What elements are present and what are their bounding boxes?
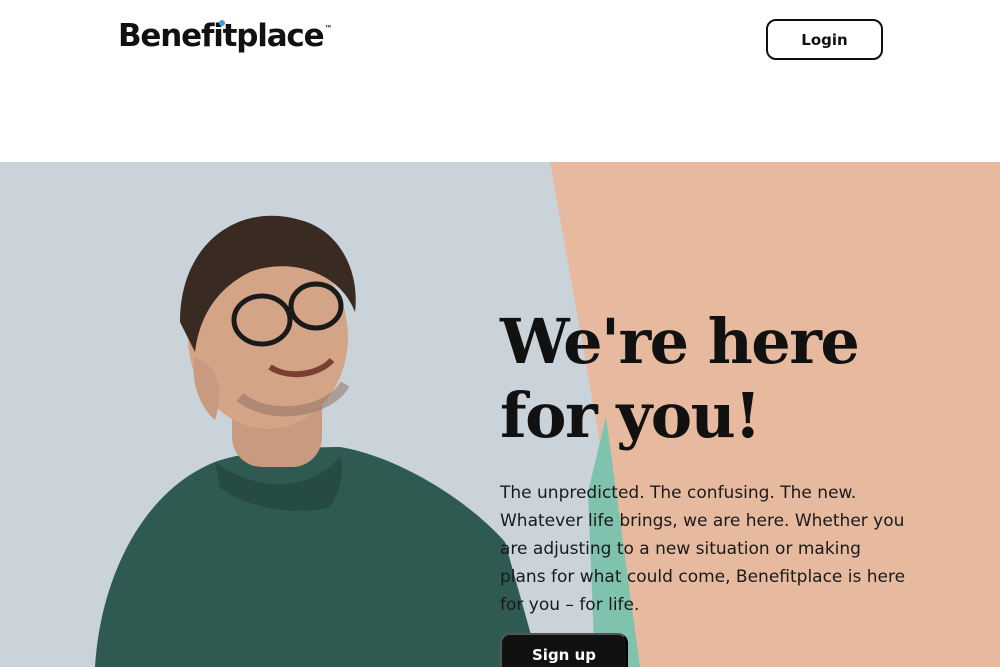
hero-section: We're here for you! The unpredicted. The… [0,162,1000,667]
hero-description: The unpredicted. The confusing. The new.… [500,483,906,615]
logo-dot-icon [219,20,225,26]
login-button[interactable]: Login [766,19,883,60]
hero-headline: We're here for you! [500,305,860,452]
trademark-symbol: ™ [324,24,333,33]
signup-button[interactable]: Sign up [500,633,628,667]
benefitplace-logo[interactable]: Benefitplace™ [118,18,332,54]
site-header: Benefitplace™ Login [0,0,1000,162]
